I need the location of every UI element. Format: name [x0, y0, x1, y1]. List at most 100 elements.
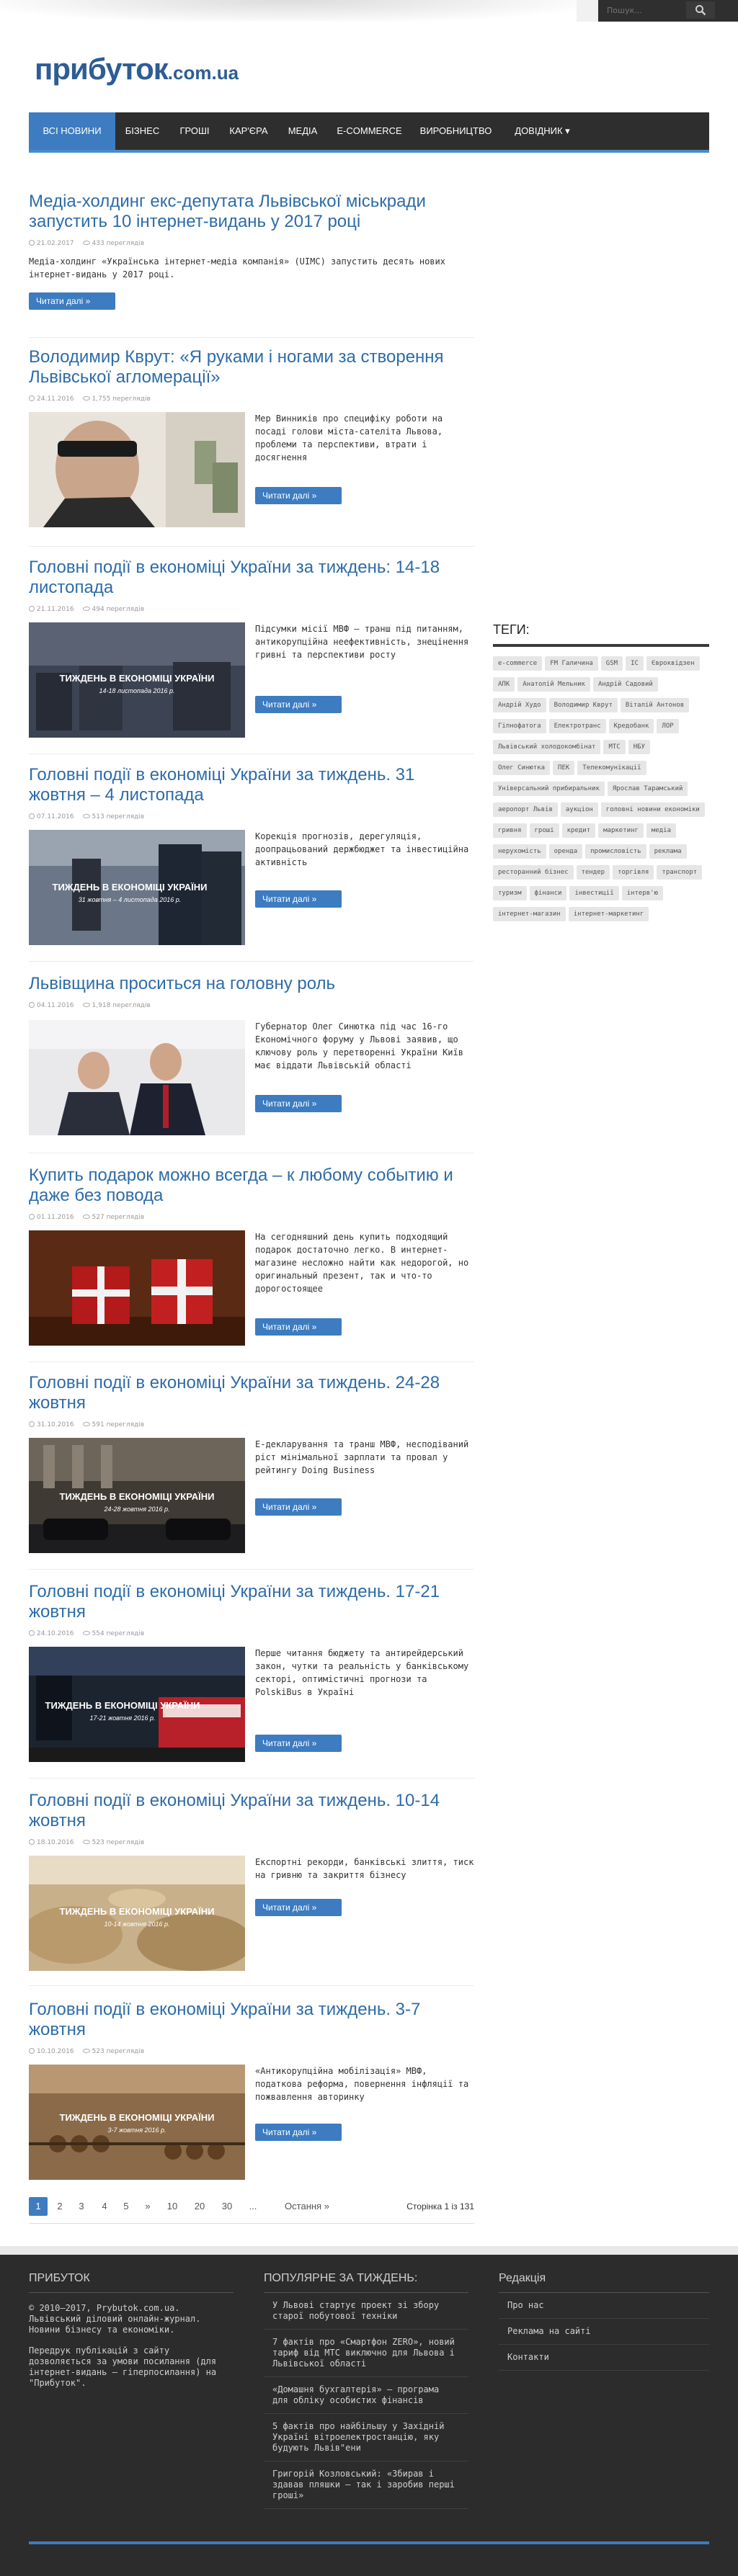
tag-item[interactable]: Андрій Садовий	[592, 677, 658, 692]
read-more-button[interactable]: Читати далі »	[255, 1735, 342, 1752]
popular-item[interactable]: 7 фактів про «Смартфон ZERO», новий тари…	[264, 2330, 468, 2377]
article-title[interactable]: Головні події в економіці України за тиж…	[29, 558, 474, 598]
tag-item[interactable]: Львівський холодокомбінат	[493, 740, 601, 754]
tag-item[interactable]: МТС	[603, 740, 626, 754]
read-more-button[interactable]: Читати далі »	[29, 292, 115, 310]
article-thumbnail[interactable]: ТИЖДЕНЬ В ЕКОНОМІЦІ УКРАЇНИ 14-18 листоп…	[29, 622, 245, 738]
article-title[interactable]: Купить подарок можно всегда – к любому с…	[29, 1166, 474, 1206]
popular-item[interactable]: Григорій Козловський: «Збирав і здавав п…	[264, 2461, 468, 2509]
tag-item[interactable]: оренда	[548, 844, 583, 859]
tag-item[interactable]: FM Галичина	[545, 656, 598, 671]
popular-item[interactable]: «Домашня бухгалтерія» – програма для обл…	[264, 2377, 468, 2414]
tag-item[interactable]: Ярослав Тарамський	[607, 782, 688, 796]
tag-item[interactable]: інтернет-маркетинг	[568, 907, 649, 921]
tag-item[interactable]: АПК	[493, 677, 515, 692]
read-more-button[interactable]: Читати далі »	[255, 487, 342, 504]
tag-item[interactable]: e-commerce	[493, 656, 543, 671]
page-30[interactable]: 30	[216, 2197, 238, 2216]
article-title[interactable]: Головні події в економіці України за тиж…	[29, 1791, 474, 1831]
tag-item[interactable]: туризм	[493, 886, 527, 900]
tag-item[interactable]: тендер	[576, 865, 610, 880]
article-thumbnail[interactable]	[29, 1020, 245, 1135]
tag-item[interactable]: медіа	[646, 823, 676, 838]
article-title[interactable]: Головні події в економіці України за тиж…	[29, 1373, 474, 1413]
article-title[interactable]: Головні події в економіці України за тиж…	[29, 765, 474, 805]
tag-item[interactable]: Андрій Худо	[493, 698, 546, 712]
article-thumbnail[interactable]: ТИЖДЕНЬ В ЕКОНОМІЦІ УКРАЇНИ 3-7 жовтня 2…	[29, 2065, 245, 2180]
nav-all-news[interactable]: Всі новини	[29, 112, 115, 150]
footer-link-contacts[interactable]: Контакти	[499, 2345, 709, 2371]
nav-money[interactable]: Гроші	[169, 112, 220, 150]
article-title[interactable]: Львівщина проситься на головну роль	[29, 974, 474, 994]
footer-link-about[interactable]: Про нас	[499, 2293, 709, 2319]
nav-directory[interactable]: Довідник ▾	[501, 112, 584, 150]
footer-link-advertising[interactable]: Реклама на сайті	[499, 2319, 709, 2345]
read-more-button[interactable]: Читати далі »	[255, 1318, 342, 1336]
tag-item[interactable]: Телекомунікації	[577, 761, 646, 775]
popular-item[interactable]: 5 фактів про найбільшу у Західній Україн…	[264, 2414, 468, 2461]
tag-item[interactable]: інтернет-магазин	[493, 907, 566, 921]
nav-production[interactable]: Виробництво	[411, 112, 501, 150]
tag-item[interactable]: головні новини економіки	[600, 802, 705, 817]
tag-item[interactable]: гривня	[493, 823, 527, 838]
page-10[interactable]: 10	[161, 2197, 183, 2216]
tag-item[interactable]: торгівля	[613, 865, 654, 880]
read-more-button[interactable]: Читати далі »	[255, 1095, 342, 1112]
page-4[interactable]: 4	[95, 2197, 114, 2216]
read-more-button[interactable]: Читати далі »	[255, 1498, 342, 1516]
nav-business[interactable]: Бізнес	[115, 112, 169, 150]
article-title[interactable]: Медіа-холдинг екс-депутата Львівської мі…	[29, 192, 474, 232]
tag-item[interactable]: реклама	[649, 844, 687, 859]
tag-item[interactable]: Анатолій Мельник	[517, 677, 590, 692]
tag-item[interactable]: Електротранс	[548, 719, 606, 733]
tag-item[interactable]: Гіпнофатога	[493, 719, 546, 733]
page-5[interactable]: 5	[117, 2197, 135, 2216]
tag-item[interactable]: Віталій Антонов	[620, 698, 690, 712]
tag-item[interactable]: транспорт	[657, 865, 703, 880]
tag-item[interactable]: GSM	[600, 656, 623, 671]
search-input[interactable]	[604, 3, 683, 17]
tag-item[interactable]: аеропорт Львів	[493, 802, 558, 817]
tag-item[interactable]: ЛОР	[657, 719, 679, 733]
page-3[interactable]: 3	[72, 2197, 91, 2216]
tag-item[interactable]: Універсальний прибиральник	[493, 782, 605, 796]
tag-item[interactable]: кредит	[561, 823, 596, 838]
article-thumbnail[interactable]: ТИЖДЕНЬ В ЕКОНОМІЦІ УКРАЇНИ 31 жовтня – …	[29, 830, 245, 945]
tag-item[interactable]: фінанси	[529, 886, 567, 900]
tag-item[interactable]: Євроквідзен	[646, 656, 700, 671]
search-button[interactable]	[686, 1, 715, 19]
tag-item[interactable]: інвестиції	[569, 886, 619, 900]
page-20[interactable]: 20	[189, 2197, 210, 2216]
read-more-button[interactable]: Читати далі »	[255, 2124, 342, 2141]
tag-item[interactable]: інтерв'ю	[621, 886, 663, 900]
nav-media[interactable]: Медіа	[277, 112, 328, 150]
tag-item[interactable]: нерухомість	[493, 844, 546, 859]
page-2[interactable]: 2	[50, 2197, 69, 2216]
tag-item[interactable]: аукціон	[560, 802, 598, 817]
tag-item[interactable]: НБУ	[628, 740, 650, 754]
tag-item[interactable]: ПЕК	[553, 761, 575, 775]
article-thumbnail[interactable]	[29, 412, 245, 527]
tag-item[interactable]: Володимир Кврут	[548, 698, 618, 712]
tag-item[interactable]: IC	[626, 656, 644, 671]
page-next[interactable]: »	[138, 2197, 157, 2216]
read-more-button[interactable]: Читати далі »	[255, 696, 342, 713]
popular-item[interactable]: У Львові стартує проект зі збору старої …	[264, 2293, 468, 2330]
tag-item[interactable]: Олег Синютка	[493, 761, 551, 775]
article-title[interactable]: Головні події в економіці України за тиж…	[29, 1582, 474, 1622]
page-1[interactable]: 1	[29, 2197, 48, 2216]
article-title[interactable]: Володимир Кврут: «Я руками і ногами за с…	[29, 347, 474, 388]
article-title[interactable]: Головні події в економіці України за тиж…	[29, 2000, 474, 2040]
tag-item[interactable]: маркетинг	[598, 823, 644, 838]
article-thumbnail[interactable]	[29, 1230, 245, 1346]
tag-item[interactable]: Кредобанк	[608, 719, 654, 733]
article-thumbnail[interactable]: ТИЖДЕНЬ В ЕКОНОМІЦІ УКРАЇНИ 24-28 жовтня…	[29, 1438, 245, 1553]
site-logo[interactable]: прибуток.com.ua	[35, 52, 239, 86]
read-more-button[interactable]: Читати далі »	[255, 1899, 342, 1916]
nav-career[interactable]: Кар'єра	[220, 112, 277, 150]
article-thumbnail[interactable]: ТИЖДЕНЬ В ЕКОНОМІЦІ УКРАЇНИ 10-14 жовтня…	[29, 1856, 245, 1971]
tag-item[interactable]: промисловість	[585, 844, 646, 859]
tag-item[interactable]: гроші	[529, 823, 559, 838]
page-last[interactable]: Остання »	[278, 2197, 336, 2216]
nav-ecommerce[interactable]: E-Commerce	[328, 112, 411, 150]
